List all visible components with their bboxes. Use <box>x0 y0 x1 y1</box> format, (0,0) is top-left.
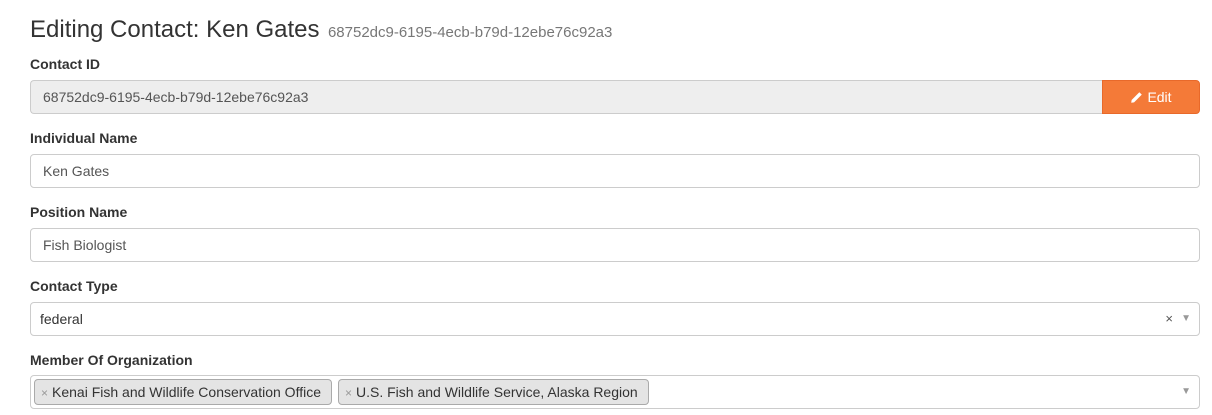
organization-tag: × Kenai Fish and Wildlife Conservation Of… <box>34 379 332 405</box>
title-row: Editing Contact: Ken Gates 68752dc9-6195… <box>30 16 612 44</box>
chevron-down-icon[interactable]: ▼ <box>1181 376 1191 408</box>
organization-tag-label: Kenai Fish and Wildlife Conservation Off… <box>52 384 321 400</box>
tag-remove-icon[interactable]: × <box>345 386 352 400</box>
individual-name-label: Individual Name <box>30 130 138 146</box>
position-name-label: Position Name <box>30 204 128 220</box>
member-of-organization-select[interactable]: × Kenai Fish and Wildlife Conservation Of… <box>30 375 1200 409</box>
contact-id-field: 68752dc9-6195-4ecb-b79d-12ebe76c92a3 <box>30 80 1102 114</box>
page-subtitle: 68752dc9-6195-4ecb-b79d-12ebe76c92a3 <box>327 24 613 41</box>
tag-remove-icon[interactable]: × <box>41 386 48 400</box>
position-name-input[interactable]: Fish Biologist <box>30 228 1200 262</box>
clear-icon[interactable]: × <box>1165 303 1173 335</box>
edit-button-label: Edit <box>1147 89 1172 105</box>
contact-type-label: Contact Type <box>30 278 118 294</box>
contact-id-label: Contact ID <box>30 56 100 72</box>
organization-tag: × U.S. Fish and Wildlife Service, Alaska … <box>338 379 649 405</box>
member-of-organization-label: Member Of Organization <box>30 352 193 368</box>
chevron-down-icon[interactable]: ▼ <box>1181 303 1191 335</box>
page-title: Editing Contact: Ken Gates <box>30 16 320 43</box>
contact-type-select[interactable]: federal × ▼ <box>30 302 1200 336</box>
edit-button[interactable]: Edit <box>1102 80 1200 114</box>
pencil-icon <box>1131 91 1143 103</box>
contact-type-value: federal <box>40 311 83 327</box>
edit-contact-form: Editing Contact: Ken Gates 68752dc9-6195… <box>0 0 1212 415</box>
individual-name-input[interactable]: Ken Gates <box>30 154 1200 188</box>
organization-tag-label: U.S. Fish and Wildlife Service, Alaska R… <box>356 384 638 400</box>
